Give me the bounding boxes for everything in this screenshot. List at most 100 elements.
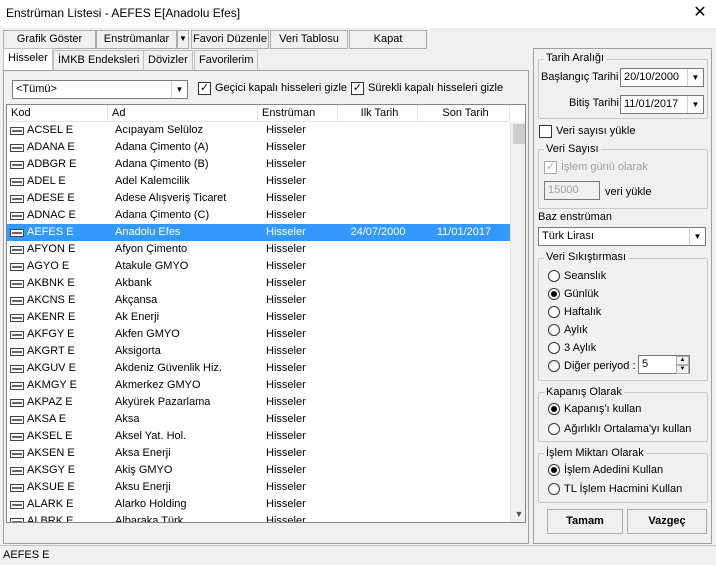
- baz-enstruman-select[interactable]: Türk Lirası ▼: [538, 227, 706, 246]
- cell-enstruman: Hisseler: [266, 362, 306, 374]
- islem-gunu-checkbox[interactable]: ✓: [544, 161, 557, 174]
- table-row[interactable]: AKENR E Ak Enerji Hisseler: [7, 309, 510, 326]
- tab-imkb-endeksleri[interactable]: İMKB Endeksleri: [53, 50, 145, 70]
- table-row[interactable]: AKPAZ E Akyürek Pazarlama Hisseler: [7, 394, 510, 411]
- column-son-tarih[interactable]: Son Tarih: [418, 105, 510, 122]
- table-row[interactable]: AEFES E Anadolu Efes Hisseler 24/07/2000 11/…: [7, 224, 510, 241]
- cell-kod: AEFES E: [27, 226, 74, 238]
- cell-ad: Aksa Enerji: [115, 447, 171, 459]
- table-row[interactable]: ADNAC E Adana Çimento (C) Hisseler: [7, 207, 510, 224]
- table-row[interactable]: AKSEN E Aksa Enerji Hisseler: [7, 445, 510, 462]
- cell-kod: AKSGY E: [27, 464, 76, 476]
- scroll-down-icon[interactable]: ▼: [511, 506, 525, 522]
- instrument-icon: [10, 229, 24, 237]
- table-row[interactable]: AKGUV E Akdeniz Güvenlik Hiz. Hisseler: [7, 360, 510, 377]
- instrument-list[interactable]: Kod Ad Enstrüman Ilk Tarih Son Tarih ACS…: [6, 104, 526, 523]
- chevron-down-icon[interactable]: ▼: [689, 228, 705, 245]
- spin-up-icon[interactable]: ▲: [676, 356, 689, 365]
- grafik-goster-button[interactable]: Grafik Göster: [3, 30, 96, 49]
- cell-ad: Adel Kalemcilik: [115, 175, 190, 187]
- vazgec-button[interactable]: Vazgeç: [627, 509, 707, 534]
- cell-enstruman: Hisseler: [266, 192, 306, 204]
- cell-enstruman: Hisseler: [266, 158, 306, 170]
- table-row[interactable]: AKGRT E Aksigorta Hisseler: [7, 343, 510, 360]
- favori-duzenle-button[interactable]: Favori Düzenle: [191, 30, 269, 49]
- kapanis-radio[interactable]: [548, 403, 560, 415]
- gunluk-radio[interactable]: [548, 288, 560, 300]
- cell-ad: Ak Enerji: [115, 311, 160, 323]
- tl-hacim-radio[interactable]: [548, 483, 560, 495]
- column-kod[interactable]: Kod: [7, 105, 108, 122]
- tab-hisseler[interactable]: Hisseler: [3, 48, 53, 71]
- table-row[interactable]: ADEL E Adel Kalemcilik Hisseler: [7, 173, 510, 190]
- cell-kod: AKSEN E: [27, 447, 75, 459]
- instrument-icon: [10, 450, 24, 458]
- instrument-icon: [10, 416, 24, 424]
- baz-enstruman-label: Baz enstrüman: [538, 211, 612, 223]
- table-row[interactable]: AKMGY E Akmerkez GMYO Hisseler: [7, 377, 510, 394]
- spin-down-icon[interactable]: ▼: [676, 365, 689, 374]
- enstrumanlar-dropdown-icon[interactable]: ▼: [177, 30, 189, 49]
- group-filter-select[interactable]: <Tümü> ▼: [12, 80, 188, 99]
- diger-radio[interactable]: [548, 360, 560, 372]
- chevron-down-icon[interactable]: ▼: [171, 81, 187, 98]
- 3-aylik-label: 3 Aylık: [564, 342, 597, 354]
- table-row[interactable]: AKSA E Aksa Hisseler: [7, 411, 510, 428]
- instrument-icon: [10, 501, 24, 509]
- gecici-checkbox[interactable]: ✓: [198, 82, 211, 95]
- table-row[interactable]: ALBRK E Albaraka Türk Hisseler: [7, 513, 510, 523]
- table-row[interactable]: AFYON E Afyon Çimento Hisseler: [7, 241, 510, 258]
- cell-ad: Albaraka Türk: [115, 515, 184, 523]
- cell-ilk-tarih: 24/07/2000: [350, 226, 406, 238]
- enstrumanlar-button[interactable]: Enstrümanlar: [96, 30, 177, 49]
- bitis-date[interactable]: 11/01/2017 ▼: [620, 95, 704, 114]
- table-row[interactable]: ADBGR E Adana Çimento (B) Hisseler: [7, 156, 510, 173]
- table-row[interactable]: AKBNK E Akbank Hisseler: [7, 275, 510, 292]
- table-row[interactable]: ADANA E Adana Çimento (A) Hisseler: [7, 139, 510, 156]
- cell-ad: Akiş GMYO: [115, 464, 173, 476]
- tab-dovizler[interactable]: Dövizler: [143, 50, 193, 70]
- table-row[interactable]: AKSEL E Aksel Yat. Hol. Hisseler: [7, 428, 510, 445]
- instrument-icon: [10, 433, 24, 441]
- table-row[interactable]: AKSGY E Akiş GMYO Hisseler: [7, 462, 510, 479]
- column-ilk-tarih[interactable]: Ilk Tarih: [338, 105, 418, 122]
- baslangic-date[interactable]: 20/10/2000 ▼: [620, 68, 704, 87]
- table-row[interactable]: ALARK E Alarko Holding Hisseler: [7, 496, 510, 513]
- table-row[interactable]: AKSUE E Aksu Enerji Hisseler: [7, 479, 510, 496]
- column-ad[interactable]: Ad: [108, 105, 258, 122]
- cell-kod: ADANA E: [27, 141, 75, 153]
- instrument-icon: [10, 365, 24, 373]
- veri-count-input[interactable]: 15000: [544, 181, 600, 200]
- column-enstruman[interactable]: Enstrüman: [258, 105, 338, 122]
- vertical-scrollbar[interactable]: ▲ ▼: [510, 122, 525, 522]
- islem-miktari-group: [538, 453, 708, 503]
- surekli-checkbox[interactable]: ✓: [351, 82, 364, 95]
- agirlikli-radio[interactable]: [548, 423, 560, 435]
- table-row[interactable]: ACSEL E Acıpayam Selüloz Hisseler: [7, 122, 510, 139]
- cell-ad: Adana Çimento (C): [115, 209, 210, 221]
- 3-aylik-radio[interactable]: [548, 342, 560, 354]
- instrument-icon: [10, 467, 24, 475]
- aylik-radio[interactable]: [548, 324, 560, 336]
- table-row[interactable]: AKFGY E Akfen GMYO Hisseler: [7, 326, 510, 343]
- close-icon[interactable]: ✕: [688, 2, 712, 24]
- tamam-button[interactable]: Tamam: [547, 509, 623, 534]
- islem-adedi-radio[interactable]: [548, 464, 560, 476]
- tab-favorilerim[interactable]: Favorilerim: [194, 50, 259, 70]
- instrument-icon: [10, 195, 24, 203]
- cell-enstruman: Hisseler: [266, 413, 306, 425]
- veri-sayisi-yukle-checkbox[interactable]: [539, 125, 552, 138]
- table-row[interactable]: AGYO E Atakule GMYO Hisseler: [7, 258, 510, 275]
- table-row[interactable]: ADESE E Adese Alışveriş Ticaret Hisseler: [7, 190, 510, 207]
- calendar-dropdown-icon[interactable]: ▼: [687, 69, 703, 86]
- cell-kod: AKSA E: [27, 413, 67, 425]
- cell-kod: AGYO E: [27, 260, 70, 272]
- calendar-dropdown-icon[interactable]: ▼: [687, 96, 703, 113]
- instrument-icon: [10, 127, 24, 135]
- table-row[interactable]: AKCNS E Akçansa Hisseler: [7, 292, 510, 309]
- haftalik-radio[interactable]: [548, 306, 560, 318]
- veri-tablosu-button[interactable]: Veri Tablosu: [270, 30, 348, 49]
- scroll-thumb[interactable]: [513, 124, 525, 144]
- seanslik-radio[interactable]: [548, 270, 560, 282]
- kapat-button[interactable]: Kapat: [349, 30, 427, 49]
